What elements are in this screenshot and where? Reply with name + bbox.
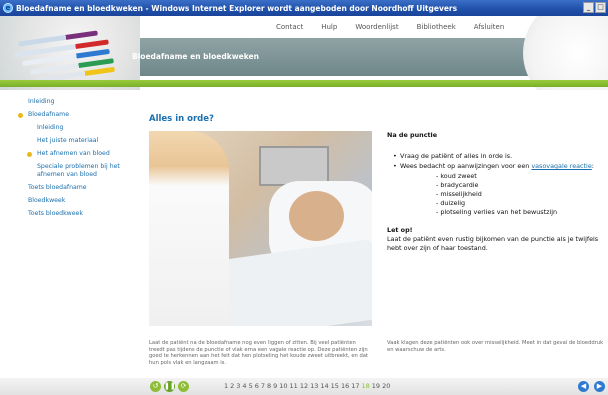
page-link-current[interactable]: 18 [362, 382, 370, 390]
instruction-bullet: Vraag de patiënt of alles in orde is. [387, 152, 607, 161]
refresh-icon[interactable]: ⟳ [178, 381, 189, 392]
symptom-item: - bradycardie [436, 181, 479, 189]
bullet-text: Vraag de patiënt of alles in orde is. [400, 152, 513, 160]
sidebar-subitem-juiste-materiaal[interactable]: Het juiste materiaal [0, 137, 130, 145]
site-header: Contact Hulp Woordenlijst Bibliotheek Af… [0, 16, 608, 90]
instruction-text: Na de punctie Vraag de patiënt of alles … [387, 131, 607, 253]
sidebar-item-inleiding[interactable]: Inleiding [0, 98, 130, 106]
page-link[interactable]: 3 [236, 382, 240, 390]
caption-right: Vaak klagen deze patiënten ook over miss… [387, 340, 604, 353]
page-link[interactable]: 14 [320, 382, 328, 390]
symptom-item: - plotseling verlies van het bewustzijn [436, 208, 558, 216]
patient-head [289, 191, 344, 241]
window-title: Bloedafname en bloedkweken - Windows Int… [16, 3, 458, 13]
page-link[interactable]: 7 [261, 382, 265, 390]
sidebar-item-label: Het juiste materiaal [37, 137, 99, 144]
nav-bibliotheek[interactable]: Bibliotheek [417, 23, 456, 31]
nav-contact[interactable]: Contact [276, 23, 303, 31]
symptom-item: - koud zweet [436, 172, 477, 180]
sidebar-item-label: Toets bloedkweek [28, 210, 83, 217]
page-link[interactable]: 6 [255, 382, 259, 390]
bullet-text: Wees bedacht op aanwijzingen voor een [400, 162, 532, 170]
instruction-bullet: Wees bedacht op aanwijzingen voor een va… [387, 162, 607, 171]
symptom-item: - misselijkheid [436, 190, 482, 198]
page-link[interactable]: 17 [351, 382, 359, 390]
page-link[interactable]: 4 [242, 382, 246, 390]
sidebar-item-label: Het afnemen van bloed [37, 150, 110, 157]
page-link[interactable]: 12 [300, 382, 308, 390]
nav-woordenlijst[interactable]: Woordenlijst [355, 23, 398, 31]
page-link[interactable]: 16 [341, 382, 349, 390]
minimize-button[interactable]: _ [583, 2, 594, 13]
previous-page-icon[interactable]: ◀ [578, 381, 589, 392]
page-link[interactable]: 9 [273, 382, 277, 390]
next-page-icon[interactable]: ▶ [594, 381, 605, 392]
pause-icon[interactable]: ❚❚ [164, 381, 176, 392]
section-title: Bloedafname en bloedkweken [132, 52, 259, 61]
page-link[interactable]: 5 [249, 382, 253, 390]
sidebar-subitem-inleiding[interactable]: Inleiding [0, 124, 130, 132]
replay-icon[interactable]: ↺ [150, 381, 161, 392]
page-link[interactable]: 1 [224, 382, 228, 390]
page-link[interactable]: 2 [230, 382, 234, 390]
active-bullet-icon [27, 152, 32, 157]
sidebar-subitem-afnemen-bloed[interactable]: Het afnemen van bloed [0, 150, 130, 158]
sidebar-item-label: Toets bloedafname [28, 184, 87, 191]
page-link[interactable]: 20 [382, 382, 390, 390]
caption-left: Laat de patiënt na de bloedafname nog ev… [149, 340, 368, 366]
page-numbers: 1 2 3 4 5 6 7 8 9 10 11 12 13 14 15 16 1… [224, 382, 390, 390]
blood-tubes-logo [0, 16, 140, 90]
nurse-patient-photo [149, 131, 372, 326]
sidebar-navigation: Inleiding Bloedafname Inleiding Het juis… [0, 98, 130, 223]
sidebar-item-label: Bloedafname [28, 111, 70, 118]
sidebar-item-bloedafname[interactable]: Bloedafname [0, 111, 130, 119]
page-link[interactable]: 11 [290, 382, 298, 390]
page-link[interactable]: 8 [267, 382, 271, 390]
symptom-item: - duizelig [436, 199, 466, 207]
medical-device [259, 146, 329, 186]
sidebar-item-toets-bloedkweek[interactable]: Toets bloedkweek [0, 210, 130, 218]
green-accent-bar [0, 80, 608, 87]
warning-text: Laat de patiënt even rustig bijkomen van… [387, 235, 599, 252]
nav-afsluiten[interactable]: Afsluiten [474, 23, 504, 31]
bottom-navigation-bar: ↺ ❚❚ ⟳ 1 2 3 4 5 6 7 8 9 10 11 12 13 14 … [0, 378, 608, 395]
top-navigation: Contact Hulp Woordenlijst Bibliotheek Af… [138, 16, 608, 38]
window-title-bar: e Bloedafname en bloedkweken - Windows I… [0, 0, 608, 16]
maximize-button[interactable]: □ [595, 2, 606, 13]
page-link[interactable]: 10 [279, 382, 287, 390]
nurse-figure [149, 131, 229, 326]
warning-label: Let op! [387, 226, 413, 234]
sidebar-item-toets-bloedafname[interactable]: Toets bloedafname [0, 184, 130, 192]
vasovagale-reactie-link[interactable]: vasovagale reactie [531, 162, 591, 170]
sidebar-item-bloedkweek[interactable]: Bloedkweek [0, 197, 130, 205]
page-title: Alles in orde? [149, 114, 214, 124]
sidebar-subitem-speciale-problemen[interactable]: Speciale problemen bij het afnemen van b… [0, 163, 130, 179]
section-heading: Na de punctie [387, 131, 438, 139]
page-link[interactable]: 13 [310, 382, 318, 390]
active-bullet-icon [18, 113, 23, 118]
sidebar-item-label: Bloedkweek [28, 197, 66, 204]
page-link[interactable]: 15 [331, 382, 339, 390]
sidebar-item-label: Inleiding [28, 98, 55, 105]
sidebar-item-label: Inleiding [37, 124, 64, 131]
bullet-suffix: : [591, 162, 594, 170]
internet-explorer-icon: e [3, 3, 13, 13]
symptom-list: - koud zweet - bradycardie - misselijkhe… [387, 172, 607, 217]
page-link[interactable]: 19 [372, 382, 380, 390]
nav-hulp[interactable]: Hulp [321, 23, 337, 31]
sidebar-item-label: Speciale problemen bij het afnemen van b… [37, 163, 120, 178]
